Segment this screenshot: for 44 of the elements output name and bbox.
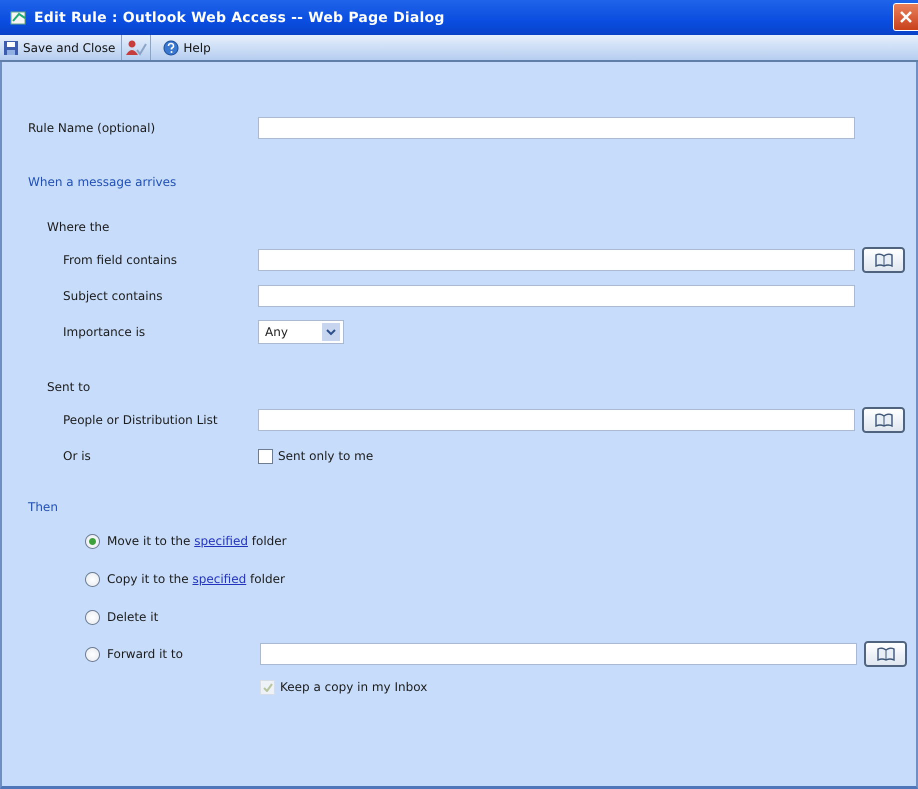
radio-button[interactable] <box>85 610 100 624</box>
group-label: Where the <box>47 220 110 234</box>
radio-button[interactable] <box>85 534 100 548</box>
address-book-icon <box>874 253 894 267</box>
save-and-close-button[interactable]: Save and Close <box>0 35 118 60</box>
close-icon <box>899 10 913 24</box>
option-label: Move it to the specified folder <box>107 534 287 548</box>
address-book-icon <box>874 413 894 427</box>
field-label: Or is <box>62 449 92 463</box>
window-icon <box>10 8 28 26</box>
field-label: Importance is <box>62 325 146 339</box>
close-button[interactable] <box>893 3 918 31</box>
section-heading: Then <box>28 500 58 514</box>
section-heading: When a message arrives <box>28 175 176 189</box>
option-label: Forward it to <box>107 647 183 661</box>
text-field[interactable] <box>258 249 855 271</box>
text-field[interactable] <box>258 117 855 139</box>
address-book-button[interactable] <box>862 247 905 273</box>
help-icon <box>163 40 180 56</box>
window-title: Edit Rule : Outlook Web Access -- Web Page Dialog <box>34 10 445 26</box>
group-label: Sent to <box>47 380 90 394</box>
importance-dropdown[interactable]: Any <box>258 320 344 344</box>
text-field[interactable] <box>258 409 855 431</box>
help-button[interactable]: Help <box>160 35 214 60</box>
field-label: Rule Name (optional) <box>28 121 156 135</box>
save-icon <box>3 40 19 56</box>
checkbox[interactable] <box>258 448 273 464</box>
option-label: Copy it to the specified folder <box>107 572 285 586</box>
check-names-icon[interactable] <box>125 38 148 56</box>
option-label: Delete it <box>107 610 158 624</box>
field-label: From field contains <box>62 253 178 267</box>
folder-link[interactable]: specified <box>194 534 248 548</box>
text-field[interactable] <box>260 643 857 665</box>
address-book-button[interactable] <box>864 641 907 667</box>
checkbox-label: Keep a copy in my Inbox <box>280 680 428 694</box>
address-book-icon <box>876 647 896 661</box>
field-label: People or Distribution List <box>62 413 219 427</box>
field-label: Subject contains <box>62 289 164 303</box>
radio-button[interactable] <box>85 646 100 662</box>
text-field[interactable] <box>258 285 855 307</box>
address-book-button[interactable] <box>862 407 905 433</box>
checkbox-label: Sent only to me <box>278 449 374 463</box>
radio-button[interactable] <box>85 572 100 586</box>
folder-link[interactable]: specified <box>192 572 246 586</box>
